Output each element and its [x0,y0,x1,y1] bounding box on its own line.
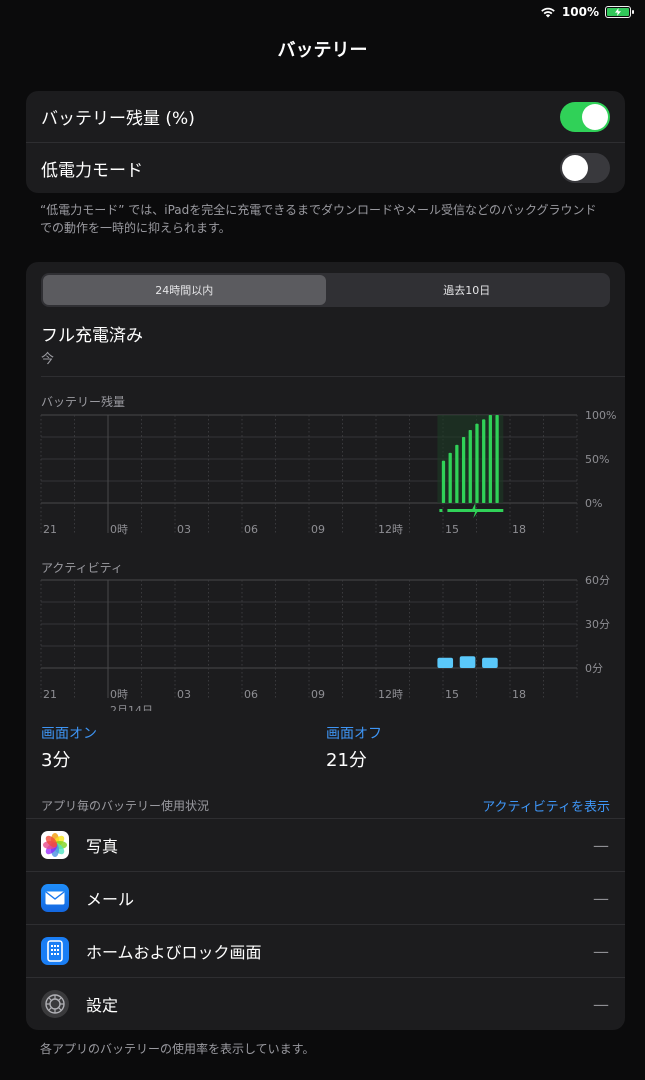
app-row-mail[interactable]: メール — [26,871,625,924]
app-usage-value: — [593,941,609,961]
divider [41,376,625,377]
photos-icon [41,831,69,859]
app-row-home-lock-screen[interactable]: ホームおよびロック画面 — [26,924,625,977]
app-row-settings[interactable]: 設定 — [26,977,625,1030]
app-name: メール [86,890,135,909]
low-power-mode-label: 低電力モード [41,160,143,181]
app-name: 写真 [86,837,119,856]
app-name: 設定 [86,996,119,1015]
x-tick-label: 03 [177,523,191,536]
battery-level-bar [488,415,492,503]
app-usage-value: — [593,888,609,908]
battery-percent-text: 100% [561,5,599,19]
tab-10-days[interactable]: 過去10日 [326,275,609,305]
mail-icon [41,884,69,912]
x-tick-label: 06 [244,523,258,536]
battery-percentage-toggle[interactable] [560,101,610,132]
activity-chart-title: アクティビティ [41,561,123,575]
low-power-mode-row: 低電力モード [26,142,625,193]
x-tick-label: 09 [311,688,325,701]
x-tick-label: 21 [43,523,57,536]
battery-level-chart: 21 0時 03 06 09 12時 15 18 100% 50% 0% [40,410,616,536]
x-tick-label: 12時 [378,688,403,701]
y-tick-label: 0% [585,497,602,510]
battery-settings-page: 100% バッテリー バッテリー残量 (%) 低電力モード “低電力モード” で… [0,0,645,1080]
battery-percentage-label: バッテリー残量 (%) [41,109,195,129]
charging-bolt-icon [471,503,480,518]
x-tick-label: 03 [177,688,191,701]
status-bar: 100% [540,0,634,24]
charging-marker [439,509,443,512]
settings-icon [41,990,69,1018]
battery-level-bar [455,444,459,503]
battery-level-bar [482,419,486,503]
x-tick-label: 15 [445,688,459,701]
home-lock-screen-icon [41,937,69,965]
app-usage-footnote: 各アプリのバッテリーの使用率を表示しています。 [40,1042,315,1056]
page-title: バッテリー [277,40,368,61]
x-tick-label: 18 [512,688,526,701]
low-power-footnote: “低電力モード” では、iPadを完全に充電できるまでダウンロードやメール受信な… [40,203,597,235]
y-tick-label: 30分 [585,618,610,631]
screen-off-value: 21分 [326,750,367,771]
battery-level-bar [475,423,479,503]
screen-off-label: 画面オフ [326,726,382,742]
x-tick-label: 09 [311,523,325,536]
x-tick-label: 06 [244,688,258,701]
y-tick-label: 50% [585,453,609,466]
app-name: ホームおよびロック画面 [86,943,262,962]
tab-24-hours[interactable]: 24時間以内 [43,275,326,305]
low-power-mode-toggle[interactable] [560,153,610,183]
time-range-segmented-control: 24時間以内 過去10日 [41,273,610,307]
screen-on-value: 3分 [41,750,71,771]
battery-level-bar [441,460,446,503]
activity-bar [459,656,476,668]
battery-level-bar [468,429,472,503]
app-usage-value: — [593,835,609,855]
x-tick-label: 18 [512,523,526,536]
x-tick-label: 12時 [378,523,403,536]
show-activity-link[interactable]: アクティビティを表示 [482,796,610,815]
charge-status-time: 今 [41,352,55,367]
activity-bar [437,657,454,668]
battery-percentage-row: バッテリー残量 (%) [26,91,625,142]
y-tick-label: 100% [585,410,616,422]
app-row-photos[interactable]: 写真 — [26,818,625,871]
battery-level-bar [495,415,499,503]
charge-status-title: フル充電済み [41,326,143,346]
y-tick-label: 60分 [585,575,610,587]
x-sub-label: 2月14日 [110,704,153,711]
x-tick-label: 0時 [110,688,128,701]
app-usage-header: アプリ毎のバッテリー使用状況 [41,799,210,813]
app-usage-value: — [593,994,609,1014]
x-tick-label: 15 [445,523,459,536]
activity-bar [482,657,498,668]
battery-charging-icon [605,6,634,18]
screen-on-label: 画面オン [41,726,97,742]
battery-usage-card: 24時間以内 過去10日 フル充電済み 今 バッテリー残量 21 0時 03 06 09… [26,262,625,1030]
battery-level-bar [461,437,466,503]
x-tick-label: 0時 [110,523,128,536]
battery-level-chart-title: バッテリー残量 [41,395,126,409]
activity-chart: 21 0時 03 06 09 12時 15 18 2月14日 60分 30分 0分 [40,575,610,711]
x-tick-label: 21 [43,688,57,701]
battery-options-card: バッテリー残量 (%) 低電力モード [26,91,625,193]
battery-level-bar [448,452,452,503]
wifi-icon [541,7,555,18]
y-tick-label: 0分 [585,662,603,675]
